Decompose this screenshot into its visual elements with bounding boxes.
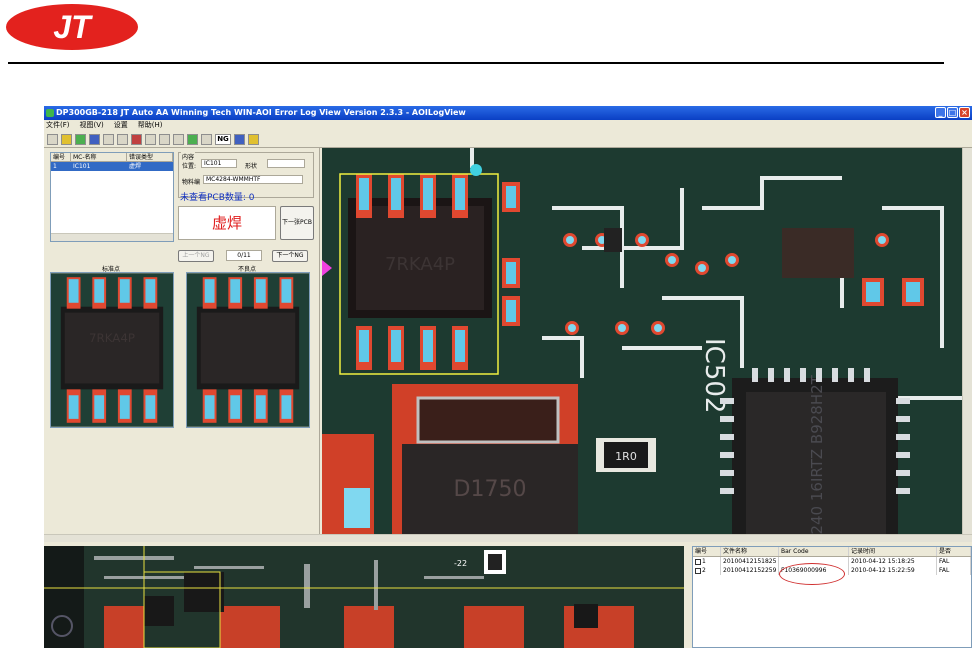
jt-logo: JT bbox=[6, 4, 138, 50]
chip-text: 7RKA4P bbox=[89, 331, 135, 345]
part-value: MC4284-WMMHTF bbox=[203, 175, 303, 184]
main-vertical-scrollbar[interactable] bbox=[962, 148, 972, 534]
col-barcode: Bar Code bbox=[779, 547, 849, 556]
new-icon[interactable] bbox=[47, 133, 58, 145]
info-section-label: 内容 bbox=[181, 152, 196, 161]
next-ng-button[interactable]: 下一个NG bbox=[272, 250, 308, 262]
row-checkbox[interactable] bbox=[695, 567, 701, 574]
qfn-label: ISL240 16IRTZ B928H2T bbox=[808, 374, 826, 534]
green-icon[interactable] bbox=[75, 133, 86, 145]
inductor-text: D1750 bbox=[454, 477, 527, 502]
trash-icon[interactable] bbox=[201, 133, 212, 145]
defect-list-row[interactable]: 1 IC101 虚焊 bbox=[51, 162, 173, 171]
defect-list: 编号 MC-名称 错误类型 1 IC101 虚焊 bbox=[50, 152, 174, 242]
app-icon bbox=[46, 109, 54, 117]
shape-label: 形状 bbox=[245, 163, 258, 170]
header-rule bbox=[8, 62, 944, 64]
pcb-main-view[interactable]: 7RKA4P D1750 1R0 IC502 ISL240 16IRTZ B92… bbox=[322, 148, 962, 534]
barcode-highlight bbox=[779, 563, 845, 585]
export-icon[interactable] bbox=[234, 133, 245, 145]
list-scrollbar[interactable] bbox=[51, 233, 173, 241]
col-time: 记录时间 bbox=[849, 547, 937, 556]
next-pcb-button[interactable]: 下一张PCB bbox=[280, 206, 314, 240]
left-panel: 编号 MC-名称 错误类型 1 IC101 虚焊 内容 位置: IC101 形状… bbox=[44, 148, 320, 542]
maximize-button[interactable]: □ bbox=[947, 107, 958, 118]
col-file: 文件名称 bbox=[721, 547, 779, 556]
defect-list-header: 编号 MC-名称 错误类型 bbox=[51, 153, 173, 162]
log-table: 编号 文件名称 Bar Code 记录时间 是否 1 2010041215182… bbox=[692, 546, 972, 648]
main-chip-text: 7RKA4P bbox=[385, 254, 455, 275]
menu-settings[interactable]: 设置 bbox=[114, 120, 128, 131]
board-overview[interactable]: -22 bbox=[44, 546, 684, 648]
standard-chip-image: 7RKA4P bbox=[50, 272, 174, 428]
menu-bar: 文件(F) 视图(V) 设置 帮助(H) bbox=[44, 120, 972, 131]
defect-chip-image bbox=[186, 272, 310, 428]
main-horizontal-scrollbar[interactable] bbox=[44, 534, 972, 542]
open-icon[interactable] bbox=[61, 133, 72, 145]
close-button[interactable]: × bbox=[959, 107, 970, 118]
position-value: IC101 bbox=[201, 159, 237, 168]
defect-type-display: 虚焊 bbox=[178, 206, 276, 240]
panel2-icon[interactable] bbox=[173, 133, 184, 145]
menu-help[interactable]: 帮助(H) bbox=[138, 120, 163, 131]
chart-icon[interactable] bbox=[117, 133, 128, 145]
prev-ng-button[interactable]: 上一个NG bbox=[178, 250, 214, 262]
logo-text: JT bbox=[53, 9, 93, 45]
print-icon[interactable] bbox=[89, 133, 100, 145]
position-label: 位置: bbox=[182, 163, 197, 170]
col-no: 编号 bbox=[51, 153, 71, 161]
stop-icon[interactable] bbox=[103, 133, 114, 145]
ng-counter: 0/11 bbox=[226, 250, 262, 261]
menu-view[interactable]: 视图(V) bbox=[80, 120, 104, 131]
help-icon[interactable] bbox=[248, 133, 259, 145]
log-table-header: 编号 文件名称 Bar Code 记录时间 是否 bbox=[693, 547, 971, 557]
app-window: DP300GB-218 JT Auto AA Winning Tech WIN-… bbox=[44, 106, 972, 648]
menu-file[interactable]: 文件(F) bbox=[46, 120, 70, 131]
document-page: JT DP300GB-218 JT Auto AA Winning Tech W… bbox=[0, 0, 972, 648]
grid-icon[interactable] bbox=[145, 133, 156, 145]
cursor-label: -22 bbox=[454, 559, 467, 568]
window-title: DP300GB-218 JT Auto AA Winning Tech WIN-… bbox=[56, 108, 466, 117]
part-label: 物料编 bbox=[182, 179, 201, 186]
unviewed-count: 未查看PCB数量: 0 bbox=[180, 193, 255, 203]
col-type: 错误类型 bbox=[127, 153, 173, 161]
col-name: MC-名称 bbox=[71, 153, 127, 161]
row-checkbox[interactable] bbox=[695, 558, 701, 565]
ng-button[interactable]: NG bbox=[215, 133, 231, 145]
refresh-icon[interactable] bbox=[187, 133, 198, 145]
minimize-button[interactable]: _ bbox=[935, 107, 946, 118]
col-no: 编号 bbox=[693, 547, 721, 556]
col-flag: 是否 bbox=[937, 547, 971, 556]
resistor-text: 1R0 bbox=[615, 450, 637, 463]
shape-value bbox=[267, 159, 305, 168]
toolbar: NG bbox=[44, 131, 972, 148]
panel-icon[interactable] bbox=[159, 133, 170, 145]
delete-icon[interactable] bbox=[131, 133, 142, 145]
window-titlebar: DP300GB-218 JT Auto AA Winning Tech WIN-… bbox=[44, 106, 972, 120]
